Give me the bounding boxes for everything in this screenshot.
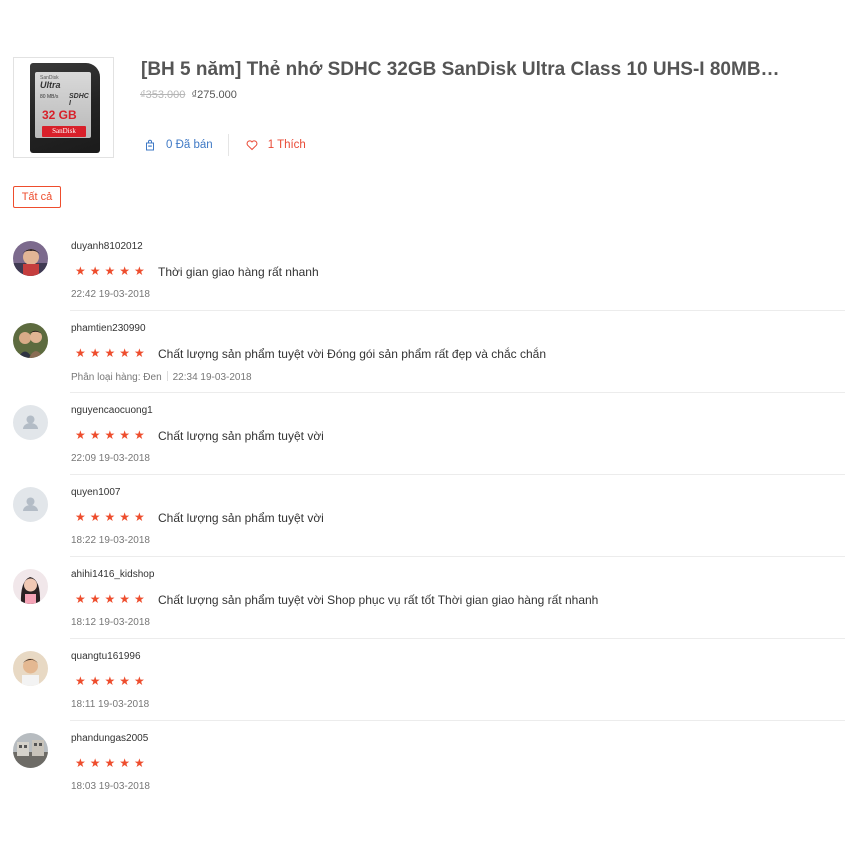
user-avatar[interactable] bbox=[13, 323, 48, 358]
user-avatar[interactable] bbox=[13, 241, 48, 276]
review-username[interactable]: phamtien230990 bbox=[71, 323, 146, 334]
review-comment: Chất lượng sản phẩm tuyệt vời bbox=[158, 429, 324, 443]
rating-stars: ★★★★★ bbox=[75, 592, 149, 606]
review-comment: Chất lượng sản phẩm tuyệt vời Đóng gói s… bbox=[158, 347, 546, 361]
product-header: SanDisk Ultra 80 MB/s SDHC I 32 GB SanDi… bbox=[13, 57, 833, 162]
review-timestamp: 18:22 19-03-2018 bbox=[71, 535, 150, 546]
review-username[interactable]: quyen1007 bbox=[71, 487, 121, 498]
rating-stars: ★★★★★ bbox=[75, 428, 149, 442]
review-username[interactable]: ahihi1416_kidshop bbox=[71, 569, 154, 580]
heart-icon bbox=[246, 139, 258, 151]
review-list: duyanh8102012 ★★★★★ Thời gian giao hàng rấ… bbox=[0, 229, 845, 803]
review-meta: 18:12 19-03-2018 bbox=[71, 617, 150, 628]
product-variant: Phân loại hàng: Đen bbox=[71, 372, 162, 383]
user-avatar[interactable] bbox=[13, 651, 48, 686]
sd-card-capacity-text: 32 GB bbox=[42, 108, 77, 122]
review-comment: Thời gian giao hàng rất nhanh bbox=[158, 265, 319, 279]
rating-stars: ★★★★★ bbox=[75, 264, 149, 278]
sd-card-image: SanDisk Ultra 80 MB/s SDHC I 32 GB SanDi… bbox=[30, 63, 100, 153]
user-avatar[interactable] bbox=[13, 733, 48, 768]
meta-divider bbox=[166, 371, 168, 381]
rating-stars: ★★★★★ bbox=[75, 510, 149, 524]
review-timestamp: 18:11 19-03-2018 bbox=[71, 699, 150, 710]
review-username[interactable]: duyanh8102012 bbox=[71, 241, 143, 252]
stats-divider bbox=[227, 134, 229, 156]
user-avatar[interactable] bbox=[13, 405, 48, 440]
review-comment: Chất lượng sản phẩm tuyệt vời Shop phục … bbox=[158, 593, 599, 607]
review-timestamp: 22:09 19-03-2018 bbox=[71, 453, 150, 464]
rating-stars: ★★★★★ bbox=[75, 674, 149, 688]
original-price: ₫353.000 bbox=[140, 89, 186, 101]
review-comment: Chất lượng sản phẩm tuyệt vời bbox=[158, 511, 324, 525]
sd-card-speed-text: 80 MB/s bbox=[40, 94, 59, 100]
sd-card-brand-text: SanDisk bbox=[42, 126, 86, 137]
review-timestamp: 22:34 19-03-2018 bbox=[172, 372, 252, 383]
review-item: quangtu161996 ★★★★★ 18:11 19-03-2018 bbox=[0, 639, 845, 721]
filter-all-button[interactable]: Tất cả bbox=[13, 186, 61, 208]
review-timestamp: 22:42 19-03-2018 bbox=[71, 289, 150, 300]
review-item: ahihi1416_kidshop ★★★★★ Chất lượng sản phẩ… bbox=[0, 557, 845, 639]
review-meta: 18:22 19-03-2018 bbox=[71, 535, 150, 546]
review-meta: 18:03 19-03-2018 bbox=[71, 781, 150, 792]
sd-card-hc-text: SDHC I bbox=[69, 93, 89, 107]
review-username[interactable]: phandungas2005 bbox=[71, 733, 148, 744]
product-title[interactable]: [BH 5 năm] Thẻ nhớ SDHC 32GB SanDisk Ult… bbox=[141, 59, 835, 81]
sd-card-label: SanDisk Ultra 80 MB/s SDHC I 32 GB SanDi… bbox=[35, 72, 91, 138]
review-username[interactable]: quangtu161996 bbox=[71, 651, 141, 662]
rating-stars: ★★★★★ bbox=[75, 756, 149, 770]
shopping-bag-icon bbox=[144, 139, 156, 151]
review-meta: 22:09 19-03-2018 bbox=[71, 453, 150, 464]
product-stats: 0 Đã bán 1 Thích bbox=[144, 133, 306, 157]
review-item: duyanh8102012 ★★★★★ Thời gian giao hàng rấ… bbox=[0, 229, 845, 311]
sd-card-ultra-text: Ultra bbox=[40, 80, 61, 90]
review-timestamp: 18:03 19-03-2018 bbox=[71, 781, 150, 792]
user-avatar[interactable] bbox=[13, 487, 48, 522]
product-image[interactable]: SanDisk Ultra 80 MB/s SDHC I 32 GB SanDi… bbox=[13, 57, 114, 158]
review-meta: 22:42 19-03-2018 bbox=[71, 289, 150, 300]
review-item: phandungas2005 ★★★★★ 18:03 19-03-2018 bbox=[0, 721, 845, 803]
sold-count-label: 0 Đã bán bbox=[166, 139, 213, 151]
sold-count: 0 Đã bán bbox=[144, 139, 213, 151]
review-timestamp: 18:12 19-03-2018 bbox=[71, 617, 150, 628]
like-count-label: 1 Thích bbox=[267, 139, 306, 151]
like-button[interactable]: 1 Thích bbox=[246, 139, 306, 151]
review-username[interactable]: nguyencaocuong1 bbox=[71, 405, 153, 416]
user-avatar[interactable] bbox=[13, 569, 48, 604]
rating-stars: ★★★★★ bbox=[75, 346, 149, 360]
review-meta: Phân loại hàng: Đen 22:34 19-03-2018 bbox=[71, 371, 252, 383]
review-meta: 18:11 19-03-2018 bbox=[71, 699, 149, 710]
review-item: quyen1007 ★★★★★ Chất lượng sản phẩm tuyệt … bbox=[0, 475, 845, 557]
price-row: ₫353.000 ₫275.000 bbox=[140, 89, 237, 101]
review-item: phamtien230990 ★★★★★ Chất lượng sản phẩm t… bbox=[0, 311, 845, 393]
sale-price: ₫275.000 bbox=[191, 89, 237, 101]
review-item: nguyencaocuong1 ★★★★★ Chất lượng sản phẩm … bbox=[0, 393, 845, 475]
